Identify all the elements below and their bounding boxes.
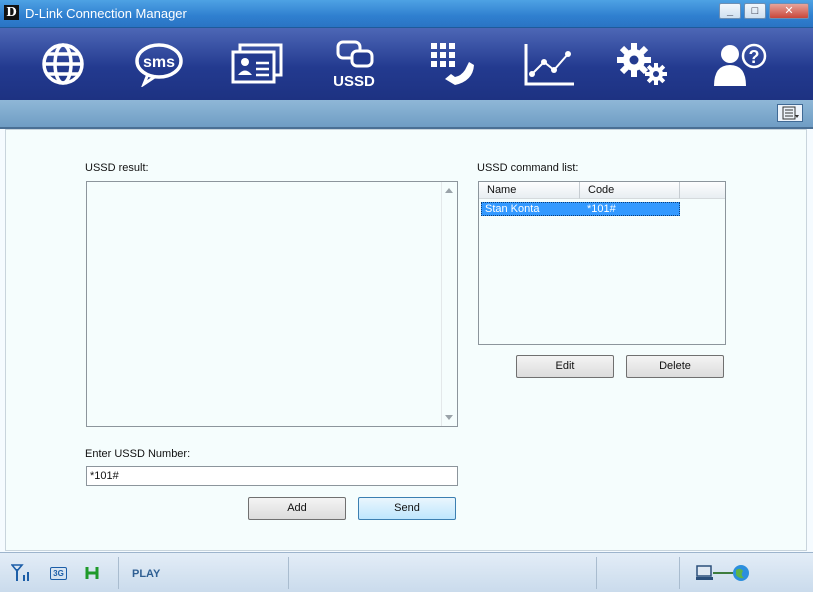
column-header-filler xyxy=(680,182,725,199)
ussd-command-list-label: USSD command list: xyxy=(477,162,579,174)
view-toggle-button[interactable] xyxy=(777,104,803,122)
status-bar: 3G PLAY xyxy=(0,552,813,592)
phone-keypad-icon xyxy=(431,43,474,85)
scroll-up-icon[interactable] xyxy=(445,188,453,193)
status-divider xyxy=(679,557,680,589)
close-button[interactable]: ✕ xyxy=(769,3,809,19)
status-divider xyxy=(596,557,597,589)
title-bar: D D-Link Connection Manager _ □ ✕ xyxy=(0,0,813,28)
column-header-code[interactable]: Code xyxy=(580,182,680,199)
settings-button[interactable] xyxy=(613,36,673,92)
gears-icon xyxy=(617,43,667,85)
send-button[interactable]: Send xyxy=(358,497,456,520)
add-button[interactable]: Add xyxy=(248,497,346,520)
list-item[interactable]: Stan Konta *101# xyxy=(481,202,680,216)
dialer-button[interactable] xyxy=(422,36,482,92)
status-divider xyxy=(288,557,289,589)
minimize-button[interactable]: _ xyxy=(719,3,741,19)
main-toolbar: sms USSD ? xyxy=(0,28,813,100)
svg-text:?: ? xyxy=(749,47,760,67)
column-header-name[interactable]: Name xyxy=(479,182,580,199)
connection-status-icon xyxy=(696,565,749,581)
sms-button[interactable]: sms xyxy=(129,36,189,92)
maximize-button[interactable]: □ xyxy=(744,3,766,19)
internet-button[interactable] xyxy=(33,36,93,92)
statistics-button[interactable] xyxy=(519,36,579,92)
contact-card-icon xyxy=(231,43,283,84)
delete-button[interactable]: Delete xyxy=(626,355,724,378)
line-chart-icon xyxy=(524,44,574,86)
network-type-badge: 3G xyxy=(50,567,67,580)
status-divider xyxy=(118,557,119,589)
help-button[interactable]: ? xyxy=(709,36,769,92)
ussd-command-list[interactable]: Name Code Stan Konta *101# xyxy=(478,181,726,345)
list-view-icon xyxy=(782,106,799,120)
operator-name: PLAY xyxy=(132,568,161,580)
user-help-icon: ? xyxy=(714,43,767,86)
signal-strength-icon xyxy=(11,564,29,581)
ussd-button[interactable]: USSD xyxy=(324,36,384,92)
ussd-chat-icon: USSD xyxy=(333,40,375,90)
ussd-panel: USSD result: USSD command list: Name Cod… xyxy=(5,129,807,551)
sub-toolbar xyxy=(0,100,813,129)
ussd-number-input[interactable]: *101# xyxy=(86,466,458,486)
dlink-logo: D xyxy=(4,5,19,20)
ussd-number-label: Enter USSD Number: xyxy=(85,448,191,460)
window-title: D-Link Connection Manager xyxy=(25,6,187,21)
svg-text:sms: sms xyxy=(143,54,175,71)
command-name: Stan Konta xyxy=(485,203,540,215)
edit-button[interactable]: Edit xyxy=(516,355,614,378)
ussd-result-label: USSD result: xyxy=(85,162,149,174)
scroll-down-icon[interactable] xyxy=(445,415,453,420)
phonebook-button[interactable] xyxy=(227,36,287,92)
result-scrollbar[interactable] xyxy=(441,182,457,426)
hsdpa-icon xyxy=(85,567,99,579)
sms-icon: sms xyxy=(135,43,183,87)
ussd-result-textarea[interactable] xyxy=(86,181,458,427)
globe-icon xyxy=(42,43,84,85)
command-code: *101# xyxy=(587,203,616,215)
svg-text:USSD: USSD xyxy=(333,73,375,90)
